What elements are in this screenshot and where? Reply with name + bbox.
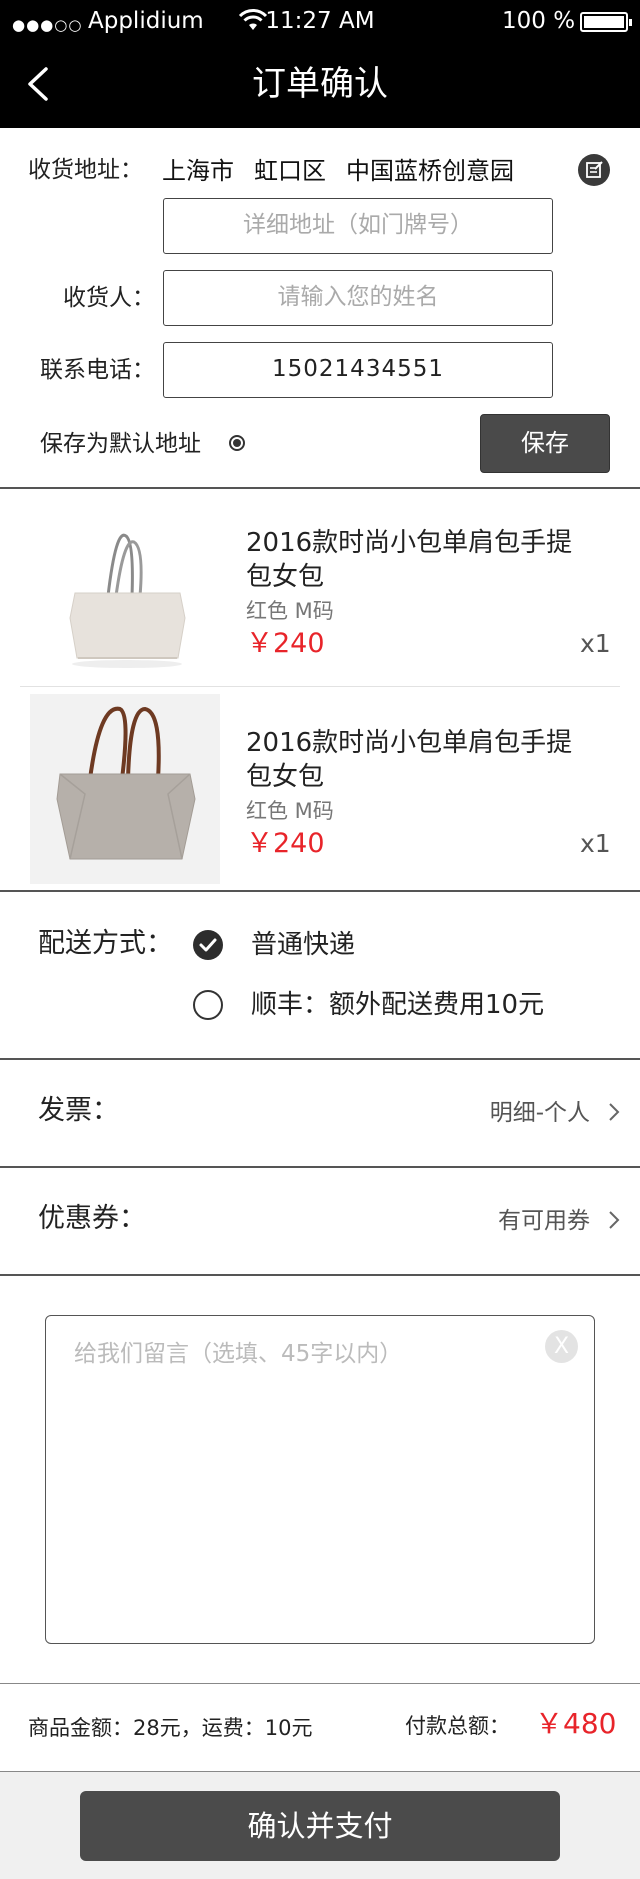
divider bbox=[0, 1166, 640, 1168]
detail-address-input[interactable]: 详细地址（如门牌号） bbox=[163, 198, 553, 254]
product-quantity: x1 bbox=[580, 829, 611, 858]
chevron-right-icon[interactable] bbox=[607, 1101, 621, 1123]
edit-icon-glyph bbox=[586, 161, 603, 178]
total-amount: ￥480 bbox=[535, 1707, 617, 1740]
divider bbox=[20, 686, 620, 687]
receiver-label: 收货人： bbox=[63, 285, 155, 311]
invoice-label: 发票： bbox=[38, 1095, 119, 1126]
address-city: 上海市 bbox=[162, 157, 234, 185]
battery-fill bbox=[584, 16, 624, 28]
divider bbox=[0, 487, 640, 489]
default-address-label: 保存为默认地址 bbox=[40, 431, 201, 457]
product-spec: 红色 M码 bbox=[246, 799, 334, 823]
product-image-white-bag[interactable] bbox=[30, 498, 220, 688]
page-title: 订单确认 bbox=[252, 64, 388, 104]
coupon-label: 优惠券： bbox=[38, 1203, 146, 1234]
clear-icon[interactable]: X bbox=[545, 1330, 578, 1363]
divider bbox=[0, 1058, 640, 1060]
phone-input[interactable]: 15021434551 bbox=[163, 342, 553, 398]
product-image-grey-bag[interactable] bbox=[30, 694, 220, 884]
edit-icon[interactable] bbox=[578, 154, 610, 186]
product-quantity: x1 bbox=[580, 629, 611, 658]
goods-summary: 商品金额：28元，运费：10元 bbox=[28, 1716, 313, 1740]
divider bbox=[0, 1274, 640, 1276]
address-place: 中国蓝桥创意园 bbox=[346, 157, 514, 185]
address-label: 收货地址： bbox=[28, 157, 143, 183]
checkmark-icon[interactable] bbox=[193, 930, 223, 960]
product-name: 2016款时尚小包单肩包手提包女包 bbox=[246, 728, 573, 792]
product-spec: 红色 M码 bbox=[246, 599, 334, 623]
message-textarea[interactable]: 给我们留言（选填、45字以内） X bbox=[45, 1315, 595, 1644]
address-region[interactable]: 上海市 虹口区 中国蓝桥创意园 bbox=[162, 154, 534, 188]
default-address-radio[interactable] bbox=[229, 435, 245, 451]
chevron-right-icon[interactable] bbox=[607, 1209, 621, 1231]
coupon-value[interactable]: 有可用券 bbox=[498, 1205, 590, 1237]
total-label: 付款总额： bbox=[405, 1714, 510, 1738]
radio-empty-icon[interactable] bbox=[193, 990, 223, 1020]
receiver-name-input[interactable]: 请输入您的姓名 bbox=[163, 270, 553, 326]
product-price: ￥240 bbox=[246, 628, 325, 659]
phone-label: 联系电话： bbox=[40, 357, 155, 383]
product-price: ￥240 bbox=[246, 828, 325, 859]
delivery-option-standard[interactable]: 普通快递 bbox=[251, 927, 355, 963]
product-name: 2016款时尚小包单肩包手提包女包 bbox=[246, 528, 573, 592]
address-district: 虹口区 bbox=[254, 157, 326, 185]
battery-percent: 100 % bbox=[502, 8, 576, 34]
save-button[interactable]: 保存 bbox=[480, 414, 610, 473]
divider bbox=[0, 1683, 640, 1684]
confirm-pay-button[interactable]: 确认并支付 bbox=[80, 1791, 560, 1861]
battery-icon bbox=[580, 12, 632, 32]
top-bar: ●●●○○ Applidium 11:27 AM 100 % 订单确认 bbox=[0, 0, 640, 128]
divider bbox=[0, 890, 640, 892]
delivery-option-sf[interactable]: 顺丰：额外配送费用10元 bbox=[251, 987, 544, 1023]
invoice-value[interactable]: 明细-个人 bbox=[490, 1097, 590, 1129]
delivery-label: 配送方式： bbox=[38, 928, 173, 959]
checkmark-glyph bbox=[199, 938, 217, 952]
message-placeholder: 给我们留言（选填、45字以内） bbox=[74, 1341, 403, 1367]
